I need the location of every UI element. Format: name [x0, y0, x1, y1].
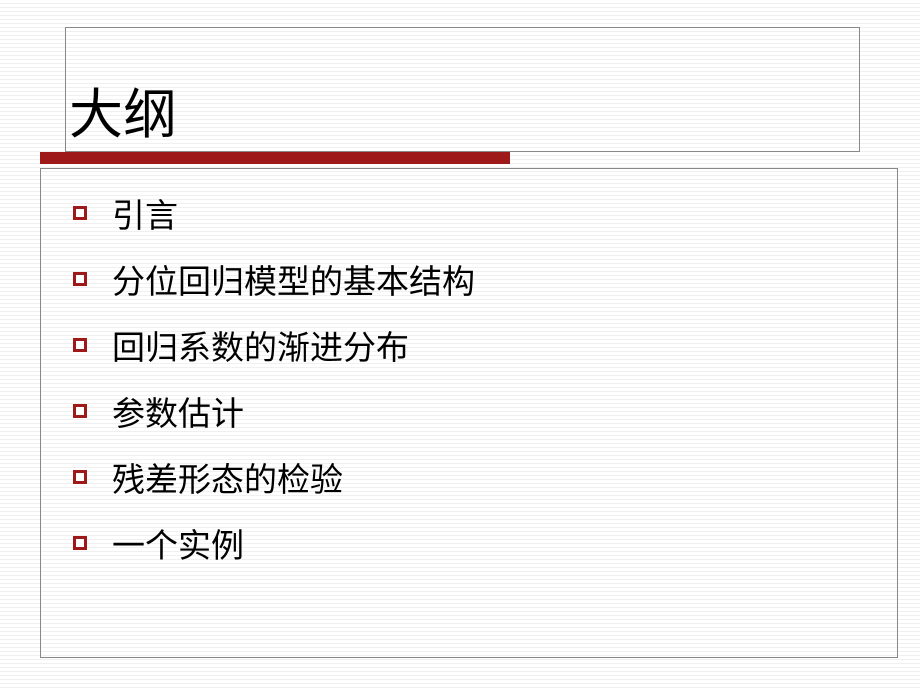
title-container: 大纲	[65, 27, 860, 152]
list-item: 引言	[73, 189, 897, 237]
bullet-text: 引言	[112, 189, 178, 237]
bullet-text: 一个实例	[112, 519, 244, 567]
bullet-icon	[73, 536, 87, 550]
list-item: 参数估计	[73, 387, 897, 435]
title-underline	[40, 152, 510, 164]
bullet-text: 回归系数的渐进分布	[112, 321, 409, 369]
list-item: 残差形态的检验	[73, 453, 897, 501]
bullet-icon	[73, 470, 87, 484]
slide-title: 大纲	[69, 70, 859, 149]
bullet-text: 分位回归模型的基本结构	[112, 255, 475, 303]
list-item: 回归系数的渐进分布	[73, 321, 897, 369]
bullet-icon	[73, 404, 87, 418]
list-item: 一个实例	[73, 519, 897, 567]
list-item: 分位回归模型的基本结构	[73, 255, 897, 303]
bullet-icon	[73, 206, 87, 220]
bullet-icon	[73, 272, 87, 286]
content-container: 引言 分位回归模型的基本结构 回归系数的渐进分布 参数估计 残差形态的检验 一个…	[40, 168, 898, 658]
bullet-text: 残差形态的检验	[112, 453, 343, 501]
bullet-icon	[73, 338, 87, 352]
bullet-text: 参数估计	[112, 387, 244, 435]
